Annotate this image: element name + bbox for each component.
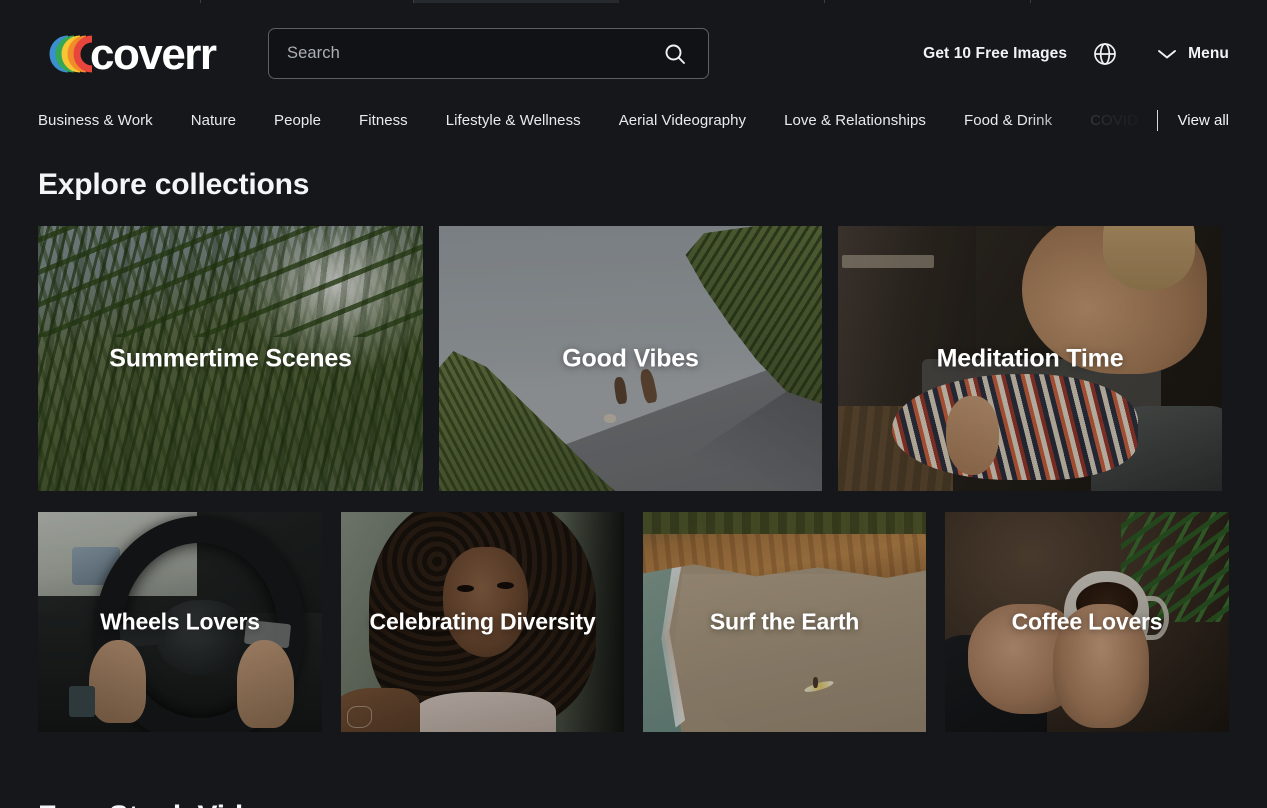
category-nav-item-love-relationships[interactable]: Love & Relationships <box>784 112 926 129</box>
site-header: coverr coverr Get 10 Free Images <box>0 5 1267 102</box>
category-nav-scroller[interactable]: Business & Work Nature People Fitness Li… <box>38 102 1153 138</box>
collection-card-title: Celebrating Diversity <box>369 608 596 635</box>
search-input[interactable] <box>287 44 658 63</box>
category-nav-item-covid[interactable]: COVID <box>1090 112 1138 129</box>
collection-card-summertime-scenes[interactable]: Summertime Scenes <box>38 226 423 491</box>
category-nav-item-fitness[interactable]: Fitness <box>359 112 408 129</box>
category-nav-divider <box>1156 109 1158 131</box>
coverr-logo[interactable]: coverr coverr <box>38 5 243 102</box>
search-button[interactable] <box>658 37 692 71</box>
collection-card-coffee-lovers[interactable]: Coffee Lovers <box>945 512 1229 732</box>
collection-card-good-vibes[interactable]: Good Vibes <box>439 226 822 491</box>
header-actions: Get 10 Free Images Menu <box>923 5 1229 102</box>
collections-row-2: Wheels Lovers Celebrating Diversity Surf… <box>38 512 1229 732</box>
collection-card-wheels-lovers[interactable]: Wheels Lovers <box>38 512 322 732</box>
collection-card-title: Surf the Earth <box>709 608 860 635</box>
page-title: Explore collections <box>38 168 310 201</box>
collection-card-meditation-time[interactable]: Meditation Time <box>838 226 1222 491</box>
globe-icon <box>1094 42 1116 65</box>
collection-card-title: Good Vibes <box>562 344 699 372</box>
collections-grid: Summertime Scenes Good Vibes Meditation … <box>38 226 1229 732</box>
category-nav-item-business-work[interactable]: Business & Work <box>38 112 153 129</box>
collection-card-title: Summertime Scenes <box>109 344 352 372</box>
collection-card-surf-the-earth[interactable]: Surf the Earth <box>643 512 926 732</box>
collection-card-title: Coffee Lovers <box>1011 608 1163 635</box>
search-box[interactable] <box>268 28 709 79</box>
search-icon <box>665 44 685 64</box>
svg-text:coverr: coverr <box>90 31 217 77</box>
category-nav-item-lifestyle-wellness[interactable]: Lifestyle & Wellness <box>446 112 581 129</box>
menu-button[interactable]: Menu <box>1157 45 1229 63</box>
collections-row-1: Summertime Scenes Good Vibes Meditation … <box>38 226 1229 491</box>
collection-card-celebrating-diversity[interactable]: Celebrating Diversity <box>341 512 624 732</box>
coverr-page: coverr coverr Get 10 Free Images <box>0 5 1267 808</box>
coverr-logo-icon: coverr <box>49 31 218 77</box>
category-nav-item-people[interactable]: People <box>274 112 321 129</box>
collection-card-title: Meditation Time <box>936 344 1124 372</box>
chevron-down-icon <box>1158 49 1177 58</box>
menu-label: Menu <box>1188 44 1229 62</box>
view-all-link[interactable]: View all <box>1178 112 1229 129</box>
category-nav-item-aerial-videography[interactable]: Aerial Videography <box>619 112 746 129</box>
next-section-title: Free Stock Videos <box>38 800 294 808</box>
main-content: Explore collections Summertime Scenes Go… <box>0 168 1267 732</box>
collection-card-title: Wheels Lovers <box>100 608 260 635</box>
category-nav-item-nature[interactable]: Nature <box>191 112 236 129</box>
get-free-images-link[interactable]: Get 10 Free Images <box>923 45 1067 63</box>
category-nav: Business & Work Nature People Fitness Li… <box>0 102 1267 138</box>
category-nav-item-food-drink[interactable]: Food & Drink <box>964 112 1052 129</box>
language-button[interactable] <box>1091 40 1119 68</box>
